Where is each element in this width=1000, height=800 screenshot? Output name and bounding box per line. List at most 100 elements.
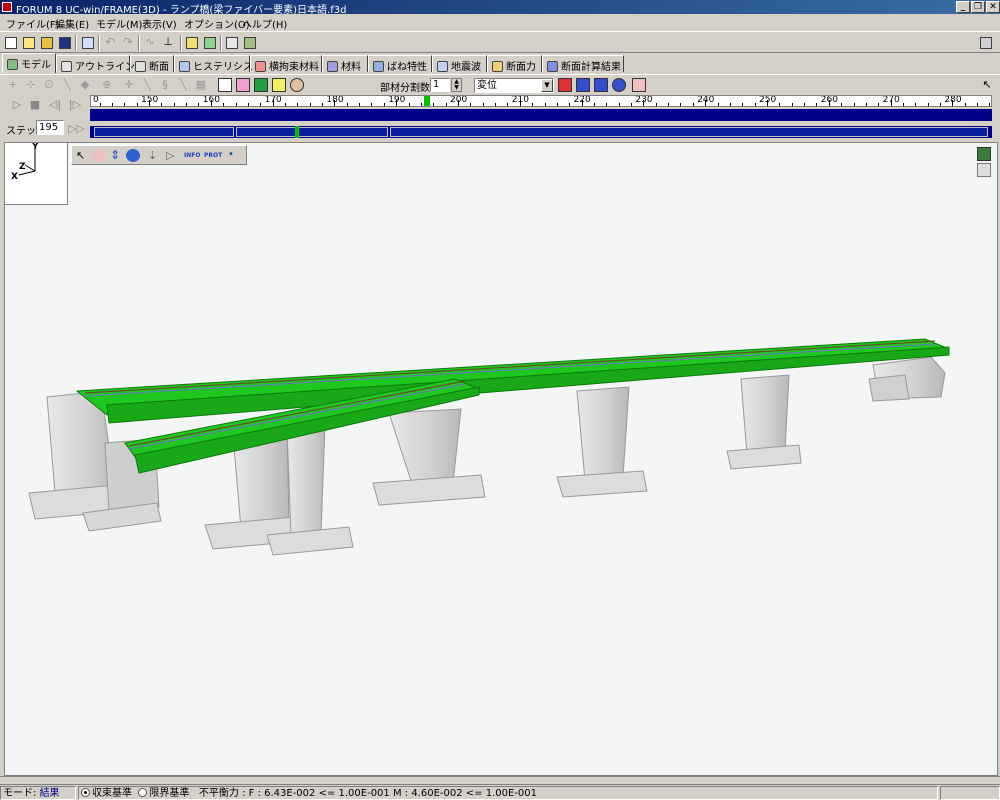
ruler-tick [260, 103, 262, 106]
ruler-tick [408, 103, 410, 106]
tab-hysteresis[interactable]: ヒステリシス [174, 55, 253, 73]
divisions-spinner[interactable]: ▲ ▼ [451, 78, 462, 92]
menu-options[interactable]: オプション(O) [184, 16, 250, 31]
load-icon[interactable] [254, 78, 268, 92]
support-icon[interactable]: ⊥ [160, 35, 176, 51]
stop-icon[interactable]: ■ [28, 98, 42, 112]
support-edit-icon[interactable]: ⊕ [100, 79, 114, 91]
ruler-label: 260 [820, 95, 838, 105]
status-cell-empty [940, 786, 1000, 800]
add-member-icon[interactable]: ╲ [60, 79, 74, 91]
ruler-label: 280 [944, 95, 962, 105]
pointer-icon[interactable]: ↖ [980, 79, 994, 91]
add-node-icon[interactable]: + [6, 79, 20, 91]
section-icon [135, 61, 146, 72]
panel-toggle-icon[interactable] [978, 35, 994, 51]
run-analysis-icon[interactable] [202, 35, 218, 51]
ruler-label: 270 [882, 95, 900, 105]
tab-section-results[interactable]: 断面計算結果 [542, 55, 624, 73]
tab-spring[interactable]: ばね特性 [368, 55, 432, 73]
mode-value: 結果 [39, 788, 60, 799]
range-segment[interactable] [94, 127, 234, 137]
ruler-cursor[interactable] [424, 96, 431, 106]
ruler-tick [841, 103, 843, 106]
ruler-tick [544, 103, 546, 106]
wave-icon[interactable]: ∿ [142, 35, 158, 51]
open-search-icon[interactable] [21, 35, 37, 51]
step-forward-icon[interactable]: |▷ [68, 98, 82, 112]
undo-icon[interactable]: ↶ [102, 35, 118, 51]
ruler-tick [136, 103, 138, 106]
scale-12-icon[interactable] [632, 78, 646, 92]
restore-button[interactable]: ❐ [971, 1, 985, 13]
ruler-tick [791, 103, 793, 106]
menu-file[interactable]: ファイル(F) [6, 16, 60, 31]
ruler-tick [878, 103, 880, 106]
tab-confinement-material[interactable]: 横拘束材料 [250, 55, 322, 73]
calc-settings-icon[interactable] [184, 35, 200, 51]
grid-icon[interactable]: ▦ [194, 79, 208, 91]
spring-edit-icon[interactable]: § [158, 79, 172, 91]
cross-icon[interactable]: ✛ [122, 79, 136, 91]
menu-edit[interactable]: 編集(E) [55, 16, 89, 31]
tab-seismic-wave[interactable]: 地震波 [432, 55, 487, 73]
range-segment[interactable] [390, 127, 988, 137]
range-marker[interactable] [295, 126, 299, 138]
camera-icon[interactable] [290, 78, 304, 92]
deform-icon[interactable] [576, 78, 590, 92]
timeline-range[interactable] [90, 126, 992, 138]
mode-shape-icon[interactable] [594, 78, 608, 92]
tab-section-force[interactable]: 断面力 [487, 55, 542, 73]
play-icon[interactable]: ▷ [10, 98, 24, 112]
ruler-tick [346, 103, 348, 106]
color-scale-icon[interactable] [558, 78, 572, 92]
tab-section[interactable]: 断面 [130, 55, 174, 73]
check-icon[interactable] [272, 78, 286, 92]
main-window: FORUM 8 UC-win/FRAME(3D) - ランプ橋(梁ファイバー要素… [0, 0, 1000, 800]
tab-outline[interactable]: アウトライン [56, 55, 135, 73]
menu-view[interactable]: 表示(V) [142, 16, 177, 31]
menu-model[interactable]: モデル(M) [96, 16, 142, 31]
unbalanced-force-text: 不平衡力 : F : 6.43E-002 <= 1.00E-001 M : 4.… [198, 788, 537, 799]
print-preview-icon[interactable] [80, 35, 96, 51]
ruler-label: 180 [326, 95, 344, 105]
limit-radio[interactable] [138, 788, 148, 797]
step-ruler[interactable]: 0 150 160 170 180 190 200 210 220 230 240 250 260 270… [90, 95, 992, 107]
tab-model[interactable]: モデル [2, 53, 56, 73]
new-file-icon[interactable] [3, 35, 19, 51]
convergence-radio[interactable] [81, 788, 90, 797]
report-icon[interactable] [224, 35, 240, 51]
timeline-track[interactable] [90, 109, 992, 121]
pier-4 [556, 386, 648, 498]
display-select[interactable]: 変位 ▼ [474, 78, 554, 93]
divisions-input[interactable]: 1 [430, 78, 450, 92]
3d-viewport[interactable]: Y Z X ↖ ⇕ ⇣ ▷ INFO PROT • [4, 142, 998, 776]
menu-bar: ファイル(F) 編集(E) モデル(M) 表示(V) オプション(O) ヘルプ(… [0, 14, 1000, 31]
menu-help[interactable]: ヘルプ(H) [242, 16, 287, 31]
ruler-tick [309, 103, 311, 106]
move-node-icon[interactable]: ⊹ [24, 79, 38, 91]
open-folder-icon[interactable] [39, 35, 55, 51]
chart-icon[interactable] [236, 78, 250, 92]
refresh-icon[interactable] [612, 78, 626, 92]
link-icon[interactable]: ╲ [176, 79, 190, 91]
convergence-cell: 収束基準 限界基準 不平衡力 : F : 6.43E-002 <= 1.00E-… [78, 786, 938, 800]
redo-icon[interactable]: ↷ [120, 35, 136, 51]
diagonal-icon[interactable]: ╲ [140, 79, 154, 91]
model-toolbar: + ⊹ ∅ ╲ ◆ ⊕ ✛ ╲ § ╲ ▦ 部材分割数 1 ▲ ▼ 変位 ▼ ↖ [0, 74, 1000, 94]
outline-icon [61, 61, 72, 72]
step-input[interactable]: 195 [36, 120, 64, 135]
text-icon[interactable] [218, 78, 232, 92]
step-back-icon[interactable]: ◁| [48, 98, 62, 112]
delete-node-icon[interactable]: ∅ [42, 79, 56, 91]
tab-material[interactable]: 材料 [322, 55, 368, 73]
minimize-button[interactable]: _ [956, 1, 970, 13]
save-icon[interactable] [57, 35, 73, 51]
close-button[interactable]: ✕ [986, 1, 1000, 13]
range-segment[interactable] [236, 127, 388, 137]
fast-forward-icon[interactable]: ▷▷ [68, 122, 85, 136]
export-icon[interactable] [242, 35, 258, 51]
ruler-tick [989, 103, 991, 106]
divisions-label: 部材分割数 [380, 83, 430, 94]
eraser-icon[interactable]: ◆ [78, 79, 92, 91]
